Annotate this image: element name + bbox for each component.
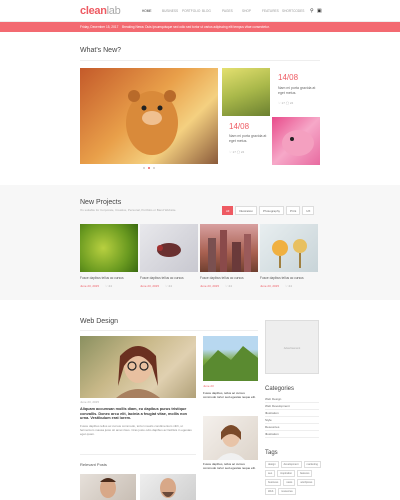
ad-box[interactable]: Advertisement [265, 320, 319, 374]
search-icon[interactable]: ⚲ [310, 8, 314, 14]
project-caption[interactable]: Fusce dapibus tellus ac cursus [80, 276, 124, 280]
slider-dots[interactable] [143, 167, 155, 169]
tag[interactable]: inspiration [277, 470, 296, 477]
section-subtitle: It's suitable for Corporate, Creative, P… [80, 208, 177, 212]
card-meta: ♡ 17 ◯ 24 [229, 150, 245, 154]
side-post-title[interactable]: Fusce dapibus, tellus ac cursus commodo … [203, 391, 258, 400]
filter-print[interactable]: Print [286, 206, 301, 215]
insect-image[interactable] [140, 224, 198, 272]
section-title: Web Design [80, 318, 119, 325]
category-item[interactable]: Illustration [265, 431, 319, 438]
category-item[interactable]: Web Design [265, 396, 319, 403]
project-date: June 23, 2015 [260, 284, 280, 288]
tag[interactable]: news [283, 479, 296, 486]
related-image[interactable] [140, 474, 196, 500]
filter-photography[interactable]: Photography [259, 206, 285, 215]
tag[interactable]: resources [278, 488, 296, 495]
toys-image[interactable] [260, 224, 318, 272]
city-image[interactable] [200, 224, 258, 272]
project-meta: ♡ 24 [165, 284, 172, 288]
landscape-image[interactable] [203, 336, 258, 381]
tag-cloud: design development marketing seo inspira… [265, 461, 321, 495]
pink-toy-image[interactable] [272, 117, 320, 165]
filter-illustration[interactable]: Illustration [235, 206, 258, 215]
grass-image[interactable] [222, 68, 270, 116]
categories-list: Web Design Web Development Illustration … [265, 396, 319, 438]
filter-all[interactable]: All [222, 206, 234, 215]
section-title: New Projects [80, 199, 122, 206]
post-meta: June 23, 2015 [80, 400, 100, 404]
nav-portfolio[interactable]: Portfolio [182, 9, 202, 13]
project-filters: All Illustration Photography Print UX [222, 206, 315, 215]
divider [80, 454, 196, 455]
divider [80, 330, 258, 331]
tag[interactable]: business [265, 479, 282, 486]
related-image[interactable] [80, 474, 136, 500]
card-date: 14/08 [229, 122, 250, 131]
tags-title: Tags [265, 450, 278, 456]
project-meta: ♡ 24 [285, 284, 292, 288]
nav-blog[interactable]: Blog [202, 9, 222, 13]
nav-features[interactable]: Features [262, 9, 282, 13]
cart-icon[interactable]: ▣ [317, 8, 322, 14]
nav-pages[interactable]: Pages [222, 9, 242, 13]
tag[interactable]: design [265, 461, 279, 468]
tag[interactable]: development [280, 461, 302, 468]
nav-shortcodes[interactable]: Shortcodes [282, 9, 304, 13]
project-meta: ♡ 24 [225, 284, 232, 288]
category-item[interactable]: Resources [265, 424, 319, 431]
nav-home[interactable]: Home [142, 9, 162, 13]
ad-label: Advertisement [283, 347, 301, 350]
side-post-title[interactable]: Fusce dapibus, tellus ac cursus commodo … [203, 462, 258, 471]
featured-image[interactable] [80, 68, 218, 164]
category-item[interactable]: Web Development [265, 403, 319, 410]
project-caption[interactable]: Fusce dapibus tellus ac cursus [260, 276, 304, 280]
banner-text: Breaking News: Duis Ipsumquisque sed odi… [122, 25, 270, 29]
card-text[interactable]: Nam mi porta gravida at eget metus. [278, 86, 320, 95]
project-meta: ♡ 24 [105, 284, 112, 288]
nav-business[interactable]: Business [162, 9, 182, 13]
main-nav: Home Business Portfolio Blog Pages Shop … [142, 9, 304, 13]
project-date: June 23, 2015 [200, 284, 220, 288]
divider [80, 60, 320, 61]
portrait-image[interactable] [203, 416, 258, 460]
woman-glasses-image[interactable] [80, 336, 196, 398]
project-date: June 23, 2015 [140, 284, 160, 288]
tag[interactable]: features [297, 470, 313, 477]
post-excerpt: Fusce dapibus tellus ac cursus commodo, … [80, 424, 192, 436]
categories-title: Categories [265, 386, 295, 392]
filter-ux[interactable]: UX [302, 206, 315, 215]
project-date: June 23, 2015 [80, 284, 100, 288]
project-caption[interactable]: Fusce dapibus tellus ac cursus [140, 276, 184, 280]
project-caption[interactable]: Fusce dapibus tellus ac cursus [200, 276, 244, 280]
logo[interactable]: cleanlab [80, 5, 121, 17]
card-date: 14/08 [278, 73, 299, 82]
banner-date: Friday, December 15, 2017 [80, 25, 119, 29]
tag[interactable]: marketing [303, 461, 321, 468]
header: cleanlab Home Business Portfolio Blog Pa… [0, 0, 400, 22]
related-title: Relevant Posts [80, 462, 107, 467]
post-title[interactable]: Aliquam accumsan mollis diam, eu dapibus… [80, 407, 196, 421]
news-banner: Friday, December 15, 2017 Breaking News:… [0, 22, 400, 32]
post-date: June 23 [203, 384, 214, 388]
leaf-image[interactable] [80, 224, 138, 272]
section-title: What's New? [80, 47, 122, 54]
tag[interactable]: Web [265, 488, 277, 495]
category-item[interactable]: Style [265, 417, 319, 424]
bear-toy-image [126, 90, 178, 155]
tag[interactable]: seo [265, 470, 276, 477]
card-text[interactable]: Nam mi porta gravida at eget metus. [229, 134, 269, 143]
nav-shop[interactable]: Shop [242, 9, 262, 13]
card-meta: ♡ 17 ◯ 24 [278, 101, 294, 105]
category-item[interactable]: Illustration [265, 410, 319, 417]
tag[interactable]: wordpress [297, 479, 316, 486]
